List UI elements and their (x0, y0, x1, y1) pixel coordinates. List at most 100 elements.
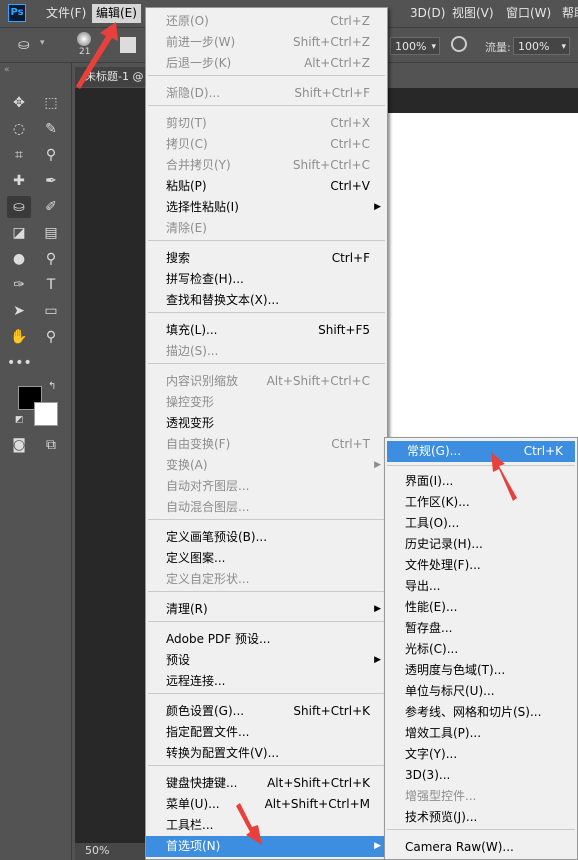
pref-item-type[interactable]: 文字(Y)... (385, 744, 577, 765)
menu-file[interactable]: 文件(F) (42, 4, 90, 23)
menu-item-assign-profile[interactable]: 指定配置文件... (146, 722, 387, 743)
menu-item-check-spelling[interactable]: 拼写检查(H)... (146, 269, 387, 290)
pref-item-technology-previews[interactable]: 技术预览(J)... (385, 807, 577, 828)
history-brush-tool-icon[interactable]: ✐ (39, 196, 63, 218)
menu-item-label: 粘贴(P) (166, 179, 207, 193)
pref-item-workspace[interactable]: 工作区(K)... (385, 492, 577, 513)
path-select-tool-icon[interactable]: ➤ (7, 300, 31, 322)
menu-item-color-settings[interactable]: 颜色设置(G)... Shift+Ctrl+K (146, 701, 387, 722)
pref-item-tools[interactable]: 工具(O)... (385, 513, 577, 534)
menu-item-shortcut: Ctrl+T (331, 437, 370, 451)
rectangle-tool-icon[interactable]: ▭ (39, 300, 63, 322)
menu-item-label: 透视变形 (166, 416, 215, 430)
menu-item-search[interactable]: 搜索 Ctrl+F (146, 248, 387, 269)
menu-item-undo: 还原(O) Ctrl+Z (146, 11, 387, 32)
menu-item-label: 清理(R) (166, 602, 208, 616)
menu-item-shortcut: Ctrl+C (330, 137, 370, 151)
menu-item-auto-blend-layers: 自动混合图层... (146, 497, 387, 518)
clone-stamp-tool-icon[interactable]: ⛀ (18, 37, 30, 53)
menu-item-label: 拷贝(C) (166, 137, 208, 151)
quick-mask-icon[interactable]: ◙ (7, 434, 31, 456)
menu-item-perspective-warp[interactable]: 透视变形 (146, 413, 387, 434)
menu-3d[interactable]: 3D(D) (406, 4, 449, 23)
pref-item-export[interactable]: 导出... (385, 576, 577, 597)
eyedropper-tool-icon[interactable]: ⚲ (39, 144, 63, 166)
flow-field[interactable]: 100% ▾ (513, 37, 570, 55)
pref-item-general[interactable]: 常规(G)... Ctrl+K (387, 441, 575, 462)
menu-item-purge[interactable]: 清理(R) ▶ (146, 599, 387, 620)
menu-item-paste-special[interactable]: 选择性粘贴(I) ▶ (146, 197, 387, 218)
chevron-down-icon[interactable]: ▾ (40, 38, 45, 48)
pref-item-history-log[interactable]: 历史记录(H)... (385, 534, 577, 555)
brush-panel-icon[interactable] (120, 37, 136, 53)
quick-select-tool-icon[interactable]: ✎ (39, 118, 63, 140)
menu-item-label: 常规(G)... (407, 444, 462, 458)
pref-item-units-rulers[interactable]: 单位与标尺(U)... (385, 681, 577, 702)
pen-tool-icon[interactable]: ✑ (7, 274, 31, 296)
zoom-level[interactable]: 50% (85, 844, 109, 857)
default-colors-icon[interactable]: ◩ (15, 415, 24, 425)
menu-view[interactable]: 视图(V) (448, 4, 498, 23)
pref-item-transparency-gamut[interactable]: 透明度与色域(T)... (385, 660, 577, 681)
menu-item-clear: 清除(E) (146, 218, 387, 239)
pref-item-file-handling[interactable]: 文件处理(F)... (385, 555, 577, 576)
hand-tool-icon[interactable]: ✋ (7, 326, 31, 348)
menu-separator (148, 693, 385, 694)
menu-item-toolbar[interactable]: 工具栏... (146, 815, 387, 836)
menu-help[interactable]: 帮助 (558, 4, 578, 23)
menu-item-define-pattern[interactable]: 定义图案... (146, 548, 387, 569)
menu-item-paste[interactable]: 粘贴(P) Ctrl+V (146, 176, 387, 197)
zoom-tool-icon[interactable]: ⚲ (39, 326, 63, 348)
marquee-tool-icon[interactable]: ⬚ (39, 92, 63, 114)
menu-item-label: 自由变换(F) (166, 437, 231, 451)
menu-item-label: Adobe PDF 预设... (166, 632, 271, 646)
menu-item-label: 导出... (405, 579, 441, 593)
brush-preview-icon[interactable] (77, 32, 91, 46)
more-tools-icon[interactable]: ••• (7, 352, 32, 374)
background-color-swatch[interactable] (34, 402, 58, 426)
crop-tool-icon[interactable]: ⌗ (7, 144, 31, 166)
pref-item-plugins[interactable]: 增效工具(P)... (385, 723, 577, 744)
pref-item-cursors[interactable]: 光标(C)... (385, 639, 577, 660)
pref-item-scratch-disks[interactable]: 暂存盘... (385, 618, 577, 639)
lasso-tool-icon[interactable]: ◌ (7, 118, 31, 140)
clone-stamp-tool-icon[interactable]: ⛀ (7, 196, 31, 218)
document-tab[interactable]: 未标题-1 @ (75, 67, 155, 87)
pressure-opacity-icon[interactable] (451, 36, 467, 52)
menu-item-remote-connections[interactable]: 远程连接... (146, 671, 387, 692)
pref-item-interface[interactable]: 界面(I)... (385, 471, 577, 492)
menu-item-presets[interactable]: 预设 ▶ (146, 650, 387, 671)
menu-item-content-aware-scale: 内容识别缩放 Alt+Shift+Ctrl+C (146, 371, 387, 392)
menu-item-find-replace-text[interactable]: 查找和替换文本(X)... (146, 290, 387, 311)
menu-item-fill[interactable]: 填充(L)... Shift+F5 (146, 320, 387, 341)
menu-item-label: 选择性粘贴(I) (166, 200, 239, 214)
gradient-tool-icon[interactable]: ▤ (39, 222, 63, 244)
brush-tool-icon[interactable]: ✒ (39, 170, 63, 192)
swap-colors-icon[interactable]: ↰ (48, 381, 56, 392)
menu-item-label: 定义自定形状... (166, 572, 250, 586)
dodge-tool-icon[interactable]: ⚲ (39, 248, 63, 270)
menu-window[interactable]: 窗口(W) (502, 4, 555, 23)
pref-item-performance[interactable]: 性能(E)... (385, 597, 577, 618)
pref-item-camera-raw[interactable]: Camera Raw(W)... (385, 837, 577, 858)
menu-item-preferences[interactable]: 首选项(N) ▶ (146, 836, 387, 857)
menu-item-label: 转换为配置文件(V)... (166, 746, 280, 760)
pref-item-guides-grid-slices[interactable]: 参考线、网格和切片(S)... (385, 702, 577, 723)
opacity-field[interactable]: 100% ▾ (390, 37, 440, 55)
menu-item-menus[interactable]: 菜单(U)... Alt+Shift+Ctrl+M (146, 794, 387, 815)
screen-mode-icon[interactable]: ⧉ (39, 434, 63, 456)
menu-item-define-brush-preset[interactable]: 定义画笔预设(B)... (146, 527, 387, 548)
menu-item-convert-to-profile[interactable]: 转换为配置文件(V)... (146, 743, 387, 764)
type-tool-icon[interactable]: T (39, 274, 63, 296)
eraser-tool-icon[interactable]: ◪ (7, 222, 31, 244)
menu-item-label: Camera Raw(W)... (405, 840, 514, 854)
menu-item-adobe-pdf-presets[interactable]: Adobe PDF 预设... (146, 629, 387, 650)
menu-edit[interactable]: 编辑(E) (92, 4, 141, 23)
menu-item-label: 参考线、网格和切片(S)... (405, 705, 542, 719)
move-tool-icon[interactable]: ✥ (7, 92, 31, 114)
collapse-icon[interactable]: « (4, 65, 10, 75)
healing-brush-tool-icon[interactable]: ✚ (7, 170, 31, 192)
pref-item-3d[interactable]: 3D(3)... (385, 765, 577, 786)
menu-item-keyboard-shortcuts[interactable]: 键盘快捷键... Alt+Shift+Ctrl+K (146, 773, 387, 794)
blur-tool-icon[interactable]: ● (7, 248, 31, 270)
